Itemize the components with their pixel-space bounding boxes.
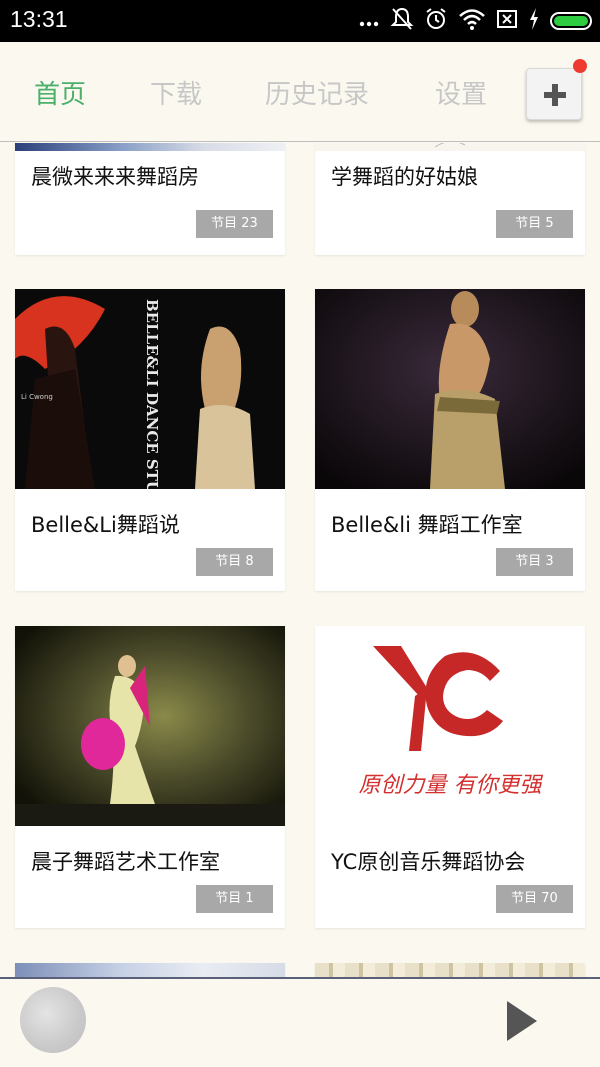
channel-thumbnail: [15, 143, 285, 151]
channel-thumbnail: [15, 626, 285, 826]
channel-card[interactable]: 晨微来来来舞蹈房 节目 23: [15, 143, 285, 255]
channel-title: 学舞蹈的好姑娘: [331, 165, 478, 189]
episode-badge: 节目 8: [196, 548, 273, 576]
channel-card[interactable]: 原创力量 有你更强 YC原创音乐舞蹈协会 节目 70: [315, 626, 585, 928]
episode-badge: 节目 3: [496, 548, 573, 576]
alarm-icon: [424, 6, 448, 36]
mini-player: [0, 977, 600, 1067]
add-button[interactable]: [526, 59, 587, 120]
poster-signature: Li Cwong: [21, 393, 53, 401]
episode-badge: 节目 70: [496, 885, 573, 913]
channel-thumbnail: BELLE&LI DANCE STUD Li Cwong: [15, 289, 285, 489]
tab-download[interactable]: 下载: [150, 74, 202, 111]
channel-thumbnail: [315, 289, 585, 489]
album-disc-icon[interactable]: [20, 987, 86, 1053]
channel-title: 晨微来来来舞蹈房: [31, 165, 199, 189]
channel-card[interactable]: BELLE&LI DANCE STUD Li Cwong Belle&Li舞蹈说…: [15, 289, 285, 591]
episode-badge: 节目 23: [196, 210, 273, 238]
episode-badge: 节目 5: [496, 210, 573, 238]
channel-thumbnail: [315, 143, 585, 151]
tab-settings[interactable]: 设置: [435, 74, 487, 111]
charging-icon: [528, 7, 540, 35]
more-dots-icon: [358, 4, 380, 39]
notification-dot: [573, 59, 587, 73]
channel-grid: 晨微来来来舞蹈房 节目 23 学舞蹈的好姑娘 节目 5 BELLE&LI DAN…: [0, 143, 600, 979]
tab-history[interactable]: 历史记录: [265, 74, 369, 111]
tab-home[interactable]: 首页: [34, 74, 86, 111]
mute-icon: [390, 6, 414, 36]
channel-card[interactable]: Belle&li 舞蹈工作室 节目 3: [315, 289, 585, 591]
episode-badge: 节目 1: [196, 885, 273, 913]
top-navigation: 首页 下载 历史记录 设置: [0, 42, 600, 142]
play-icon[interactable]: [507, 1001, 537, 1041]
battery-icon: [550, 12, 592, 30]
channel-title: Belle&li 舞蹈工作室: [331, 513, 523, 537]
channel-thumbnail: 原创力量 有你更强: [315, 626, 585, 826]
wifi-icon: [458, 7, 486, 35]
plus-icon: [544, 84, 566, 106]
status-time: 13:31: [10, 6, 68, 32]
channel-title: Belle&Li舞蹈说: [31, 513, 180, 537]
no-sim-icon: [496, 8, 518, 34]
poster-text: BELLE&LI DANCE STUD: [143, 299, 161, 489]
status-icons: [358, 7, 592, 35]
status-bar: 13:31: [0, 0, 600, 42]
channel-card[interactable]: 学舞蹈的好姑娘 节目 5: [315, 143, 585, 255]
channel-card[interactable]: 晨子舞蹈艺术工作室 节目 1: [15, 626, 285, 928]
logo-slogan: 原创力量 有你更强: [359, 773, 544, 798]
channel-title: 晨子舞蹈艺术工作室: [31, 850, 220, 874]
channel-title: YC原创音乐舞蹈协会: [331, 850, 526, 874]
